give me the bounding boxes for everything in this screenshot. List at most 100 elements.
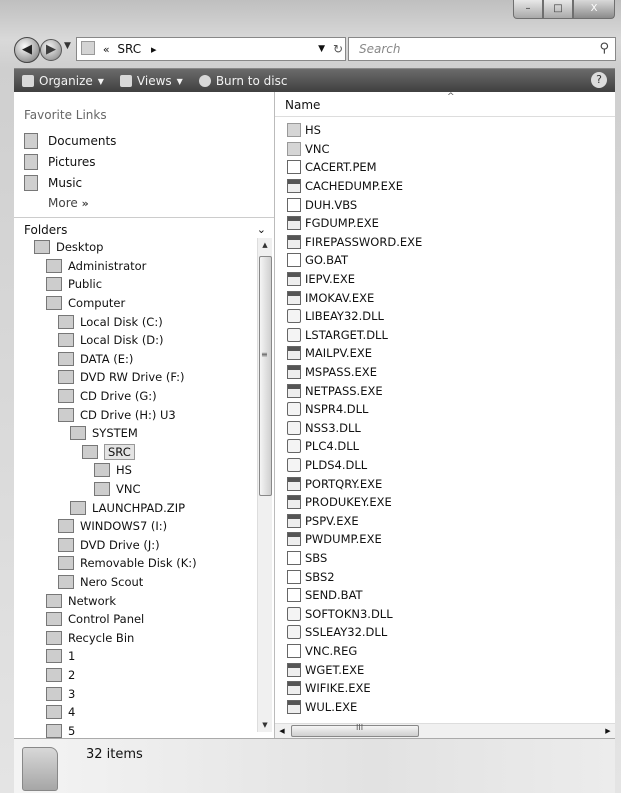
scroll-right-icon[interactable]: ▶ [601, 724, 615, 738]
file-list-item[interactable]: NSS3.DLL [287, 419, 422, 438]
file-list-item[interactable]: SBS2 [287, 567, 422, 586]
file-list-item[interactable]: SEND.BAT [287, 586, 422, 605]
tree-node[interactable]: 1 [14, 647, 256, 666]
views-menu[interactable]: Views ▼ [119, 74, 183, 88]
doc-file-icon [287, 588, 301, 603]
file-list-item[interactable]: SBS [287, 549, 422, 568]
column-header-name[interactable]: Name [285, 98, 320, 112]
file-list-item[interactable]: SOFTOKN3.DLL [287, 604, 422, 623]
tree-node[interactable]: DVD RW Drive (F:) [14, 368, 256, 387]
file-list-item[interactable]: HS [287, 121, 422, 140]
address-dropdown-icon[interactable]: ▼ [318, 38, 325, 60]
breadcrumb-overflow[interactable]: « [103, 43, 110, 56]
folder-icon [58, 351, 74, 366]
tree-node[interactable]: VNC [14, 480, 256, 499]
file-list-item[interactable]: PRODUKEY.EXE [287, 493, 422, 512]
burn-to-disc-button[interactable]: Burn to disc [198, 74, 287, 88]
tree-node[interactable]: DVD Drive (J:) [14, 536, 256, 555]
organize-menu[interactable]: Organize ▼ [22, 74, 104, 88]
tree-node[interactable]: SRC [14, 443, 256, 462]
scroll-up-icon[interactable]: ▲ [258, 238, 272, 252]
tree-node[interactable]: CD Drive (G:) [14, 387, 256, 406]
file-list-item[interactable]: NSPR4.DLL [287, 400, 422, 419]
folder-icon [46, 630, 62, 645]
tree-node[interactable]: Local Disk (D:) [14, 331, 256, 350]
file-list-item[interactable]: PWDUMP.EXE [287, 530, 422, 549]
tree-node[interactable]: Public [14, 275, 256, 294]
file-list-item[interactable]: CACHEDUMP.EXE [287, 177, 422, 196]
refresh-icon[interactable]: ↻ [333, 38, 343, 60]
tree-node-label: Network [68, 593, 117, 608]
file-list-item[interactable]: LSTARGET.DLL [287, 326, 422, 345]
folder-icon [46, 593, 62, 608]
tree-node[interactable]: Desktop [14, 238, 256, 257]
breadcrumb-src[interactable]: SRC [117, 42, 141, 56]
tree-node[interactable]: Recycle Bin [14, 628, 256, 647]
file-list-item[interactable]: SSLEAY32.DLL [287, 623, 422, 642]
tree-node[interactable]: Administrator [14, 257, 256, 276]
tree-node[interactable]: Computer [14, 294, 256, 313]
file-list-item[interactable]: VNC.REG [287, 642, 422, 661]
favorite-documents[interactable]: Documents [14, 130, 274, 151]
tree-node[interactable]: HS [14, 461, 256, 480]
file-list-item[interactable]: NETPASS.EXE [287, 381, 422, 400]
file-list-item[interactable]: IMOKAV.EXE [287, 288, 422, 307]
file-name: LSTARGET.DLL [305, 327, 388, 342]
list-horizontal-scrollbar[interactable]: ◀ III ▶ [275, 723, 615, 738]
tree-node[interactable]: 2 [14, 666, 256, 685]
tree-vertical-scrollbar[interactable]: ▲ ≡ ▼ [257, 238, 272, 732]
scroll-left-icon[interactable]: ◀ [275, 724, 289, 738]
file-list-item[interactable]: GO.BAT [287, 251, 422, 270]
scroll-thumb[interactable] [259, 256, 272, 496]
tree-node-label: Control Panel [68, 612, 145, 627]
file-list-item[interactable]: CACERT.PEM [287, 158, 422, 177]
tree-node[interactable]: Control Panel [14, 610, 256, 629]
caption-buttons: – □ X [513, 0, 615, 22]
back-button[interactable]: ◀ [14, 37, 40, 63]
search-icon[interactable]: ⚲ [599, 38, 609, 60]
recent-pages-dropdown[interactable]: ▼ [64, 41, 71, 51]
tree-node[interactable]: WINDOWS7 (I:) [14, 517, 256, 536]
file-list-item[interactable]: MSPASS.EXE [287, 363, 422, 382]
breadcrumb-chevron-icon[interactable]: ▸ [151, 43, 157, 56]
favorite-pictures[interactable]: Pictures [14, 151, 274, 172]
tree-node[interactable]: Removable Disk (K:) [14, 554, 256, 573]
maximize-button[interactable]: □ [543, 0, 573, 19]
close-button[interactable]: X [573, 0, 615, 19]
favorite-music[interactable]: Music [14, 172, 274, 193]
tree-node[interactable]: 5 [14, 721, 256, 738]
tree-node[interactable]: CD Drive (H:) U3 [14, 405, 256, 424]
tree-node[interactable]: DATA (E:) [14, 350, 256, 369]
tree-node[interactable]: LAUNCHPAD.ZIP [14, 498, 256, 517]
file-list-item[interactable]: FGDUMP.EXE [287, 214, 422, 233]
tree-node[interactable]: Local Disk (C:) [14, 312, 256, 331]
scroll-thumb[interactable]: III [291, 723, 419, 737]
file-list-item[interactable]: MAILPV.EXE [287, 344, 422, 363]
file-list-item[interactable]: LIBEAY32.DLL [287, 307, 422, 326]
tree-node-label: CD Drive (H:) U3 [80, 407, 176, 422]
file-list-item[interactable]: PLC4.DLL [287, 437, 422, 456]
file-list-item[interactable]: IEPV.EXE [287, 270, 422, 289]
file-list-item[interactable]: WGET.EXE [287, 660, 422, 679]
file-list-item[interactable]: PLDS4.DLL [287, 456, 422, 475]
tree-node[interactable]: 4 [14, 703, 256, 722]
tree-node[interactable]: Nero Scout [14, 573, 256, 592]
tree-node[interactable]: Network [14, 591, 256, 610]
file-list-item[interactable]: WUL.EXE [287, 697, 422, 716]
tree-node[interactable]: SYSTEM [14, 424, 256, 443]
file-list-item[interactable]: WIFIKE.EXE [287, 679, 422, 698]
file-list-item[interactable]: PORTQRY.EXE [287, 474, 422, 493]
scroll-down-icon[interactable]: ▼ [258, 718, 272, 732]
forward-button[interactable]: ▶ [40, 39, 62, 61]
file-list-item[interactable]: VNC [287, 140, 422, 159]
address-bar[interactable]: « SRC ▸ ▼ ↻ [76, 37, 346, 61]
tree-node[interactable]: 3 [14, 684, 256, 703]
help-icon[interactable]: ? [591, 72, 607, 88]
more-links[interactable]: More » [14, 193, 274, 213]
file-list-item[interactable]: FIREPASSWORD.EXE [287, 233, 422, 252]
search-input[interactable]: Search ⚲ [348, 37, 616, 61]
file-list-pane: Name ^ HS VNC CACERT.PEM CACHEDUMP.EXE DUH.V… [275, 92, 615, 738]
file-list-item[interactable]: PSPV.EXE [287, 511, 422, 530]
minimize-button[interactable]: – [513, 0, 543, 19]
file-list-item[interactable]: DUH.VBS [287, 195, 422, 214]
